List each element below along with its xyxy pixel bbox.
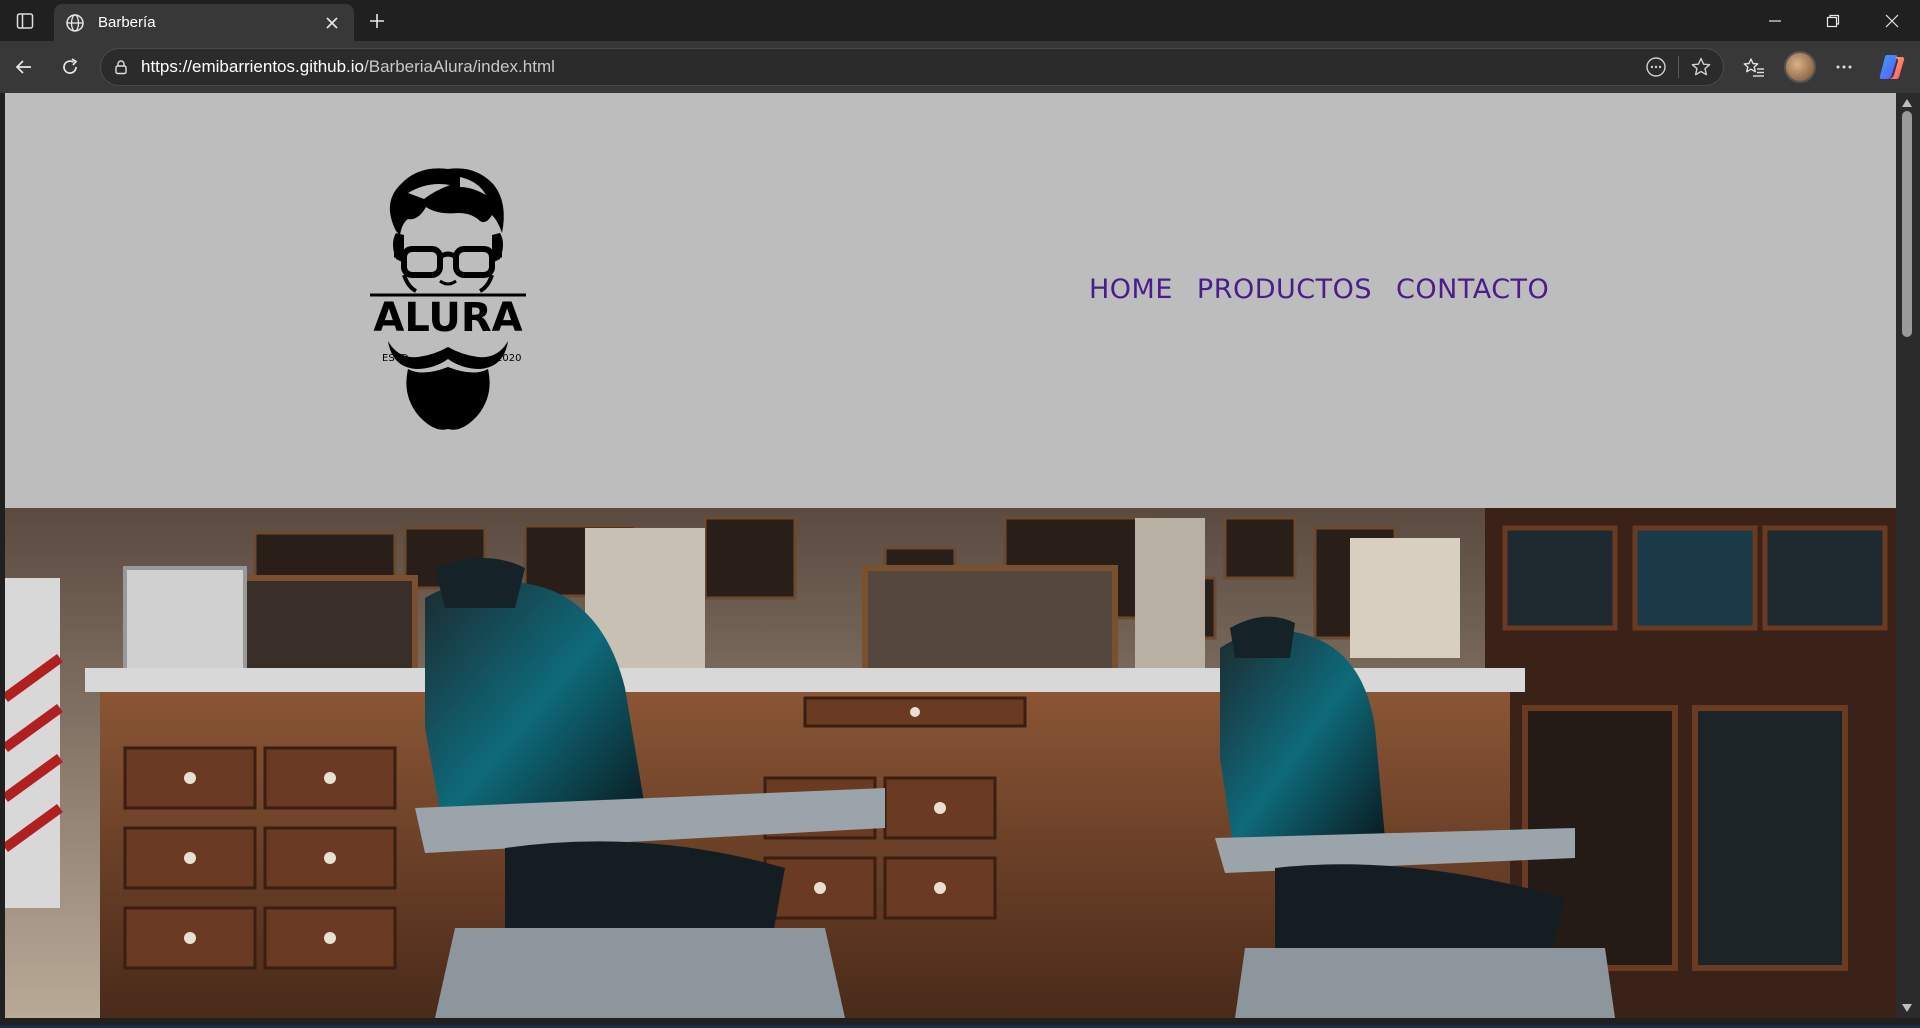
restore-button[interactable] bbox=[1805, 0, 1861, 41]
address-bar[interactable]: https://emibarrientos.github.io/Barberia… bbox=[100, 48, 1724, 86]
scrollbar-thumb[interactable] bbox=[1902, 111, 1912, 337]
close-icon bbox=[326, 16, 338, 29]
tab-actions-icon bbox=[16, 13, 34, 29]
favorites-list-icon bbox=[1743, 58, 1764, 77]
tab-strip: Barbería bbox=[0, 0, 1920, 41]
tab-title: Barbería bbox=[98, 14, 156, 31]
copilot-button[interactable] bbox=[1878, 53, 1908, 81]
restore-icon bbox=[1826, 14, 1840, 27]
logo-brand-text: ALURA bbox=[373, 295, 522, 341]
site-header: ALURA ESTD 2020 HOME PRODUCTOS CONTACTO bbox=[5, 93, 1896, 508]
triangle-down-icon bbox=[1902, 1004, 1912, 1012]
nav-link-home[interactable]: HOME bbox=[1089, 274, 1173, 305]
url-host: https://emibarrientos.github.io bbox=[141, 57, 365, 76]
nav-link-productos[interactable]: PRODUCTOS bbox=[1197, 274, 1372, 305]
url-path: /BarberiaAlura/index.html bbox=[364, 57, 555, 76]
active-tab[interactable]: Barbería bbox=[54, 4, 354, 41]
minimize-icon bbox=[1769, 19, 1781, 22]
tab-actions-button[interactable] bbox=[10, 8, 40, 34]
refresh-icon bbox=[63, 58, 78, 74]
new-tab-button[interactable] bbox=[364, 8, 390, 34]
page-scrollbar[interactable] bbox=[1896, 93, 1920, 1018]
more-horizontal-icon bbox=[1836, 65, 1852, 69]
reload-button[interactable] bbox=[52, 49, 88, 85]
tab-close-button[interactable] bbox=[320, 11, 344, 35]
nav-link-contacto[interactable]: CONTACTO bbox=[1396, 274, 1549, 305]
back-button[interactable] bbox=[6, 49, 42, 85]
barbershop-interior-illustration bbox=[5, 508, 1896, 1018]
scroll-up-arrow[interactable] bbox=[1901, 97, 1913, 109]
arrow-left-icon bbox=[15, 60, 31, 74]
settings-and-more-button[interactable] bbox=[1826, 49, 1862, 85]
close-icon bbox=[1885, 14, 1899, 27]
profile-avatar[interactable] bbox=[1784, 51, 1816, 83]
window-close-button[interactable] bbox=[1864, 0, 1920, 41]
minimize-button[interactable] bbox=[1747, 0, 1803, 41]
main-nav: HOME PRODUCTOS CONTACTO bbox=[1089, 274, 1549, 305]
more-options-in-omnibox-button[interactable] bbox=[1634, 49, 1678, 85]
alura-barber-logo[interactable]: ALURA ESTD 2020 bbox=[368, 163, 528, 433]
browser-toolbar: https://emibarrientos.github.io/Barberia… bbox=[0, 41, 1920, 93]
star-icon bbox=[1691, 57, 1711, 76]
triangle-up-icon bbox=[1902, 99, 1912, 107]
scroll-down-arrow[interactable] bbox=[1901, 1002, 1913, 1014]
url-text[interactable]: https://emibarrientos.github.io/Barberia… bbox=[141, 57, 1634, 77]
page-viewport: ALURA ESTD 2020 HOME PRODUCTOS CONTACTO bbox=[5, 93, 1896, 1018]
logo-year-text: 2020 bbox=[496, 353, 521, 364]
globe-icon bbox=[64, 12, 86, 34]
site-info-icon[interactable] bbox=[101, 49, 141, 85]
favorite-button[interactable] bbox=[1679, 49, 1723, 85]
logo-estd-text: ESTD bbox=[382, 353, 409, 364]
window-bottom-edge bbox=[0, 1018, 1920, 1028]
hero-barbershop-photo bbox=[5, 508, 1896, 1018]
copilot-icon bbox=[1879, 55, 1905, 79]
ellipsis-circle-icon bbox=[1646, 57, 1666, 77]
plus-icon bbox=[370, 14, 384, 28]
favorites-button[interactable] bbox=[1736, 49, 1772, 85]
